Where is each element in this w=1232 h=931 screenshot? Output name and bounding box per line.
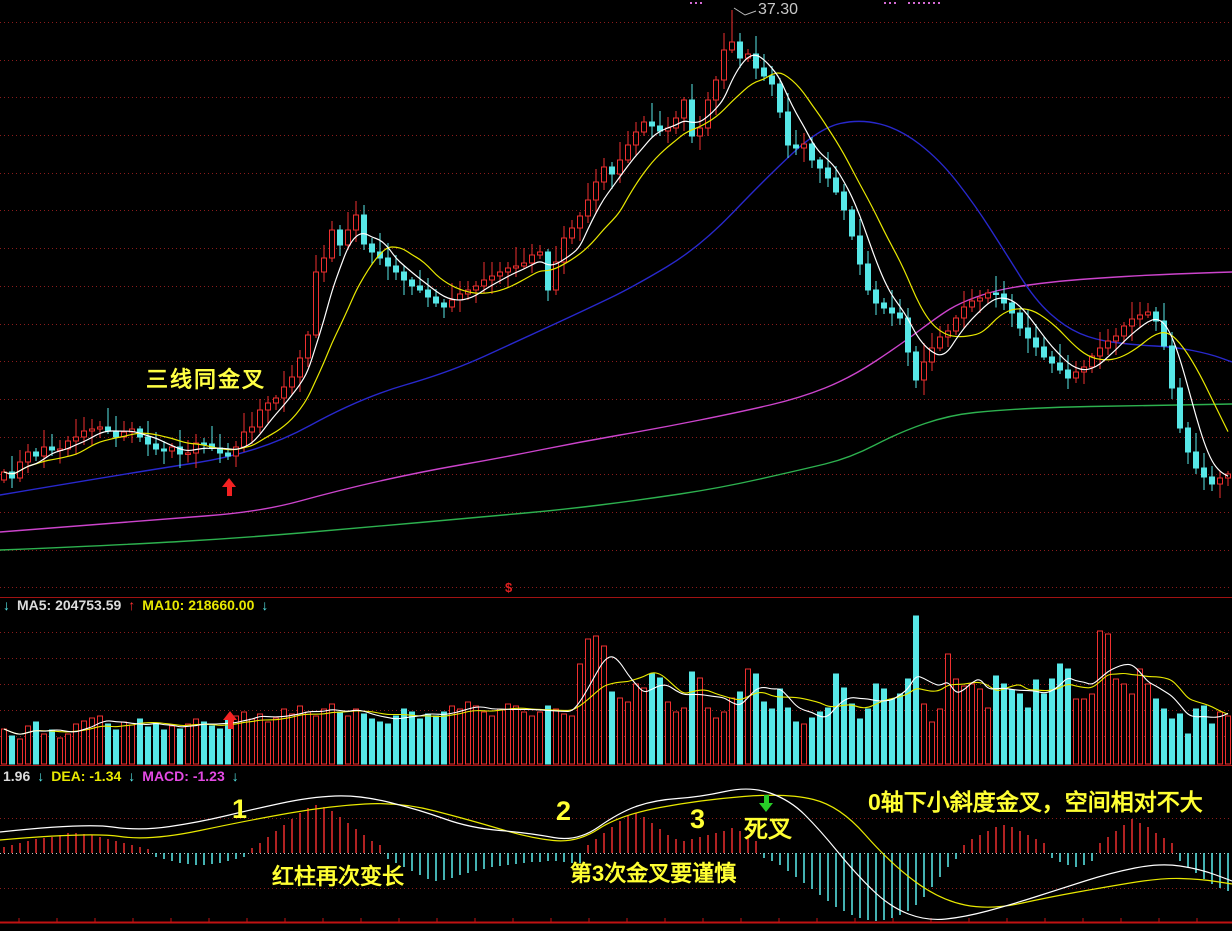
peak-pointer <box>734 8 756 15</box>
death-cross-label: 死叉 <box>744 818 792 842</box>
arrow-head <box>223 711 237 720</box>
volume-ma5-value: MA5: 204753.59 <box>17 598 121 612</box>
stock-chart-window: 三线同金叉 37.30 $ ↓ MA5: 204753.59 ↑ MA10: 2… <box>0 0 1232 931</box>
volume-ma10-value: MA10: 218660.00 <box>142 598 254 612</box>
down-arrow-icon: ↓ <box>232 769 239 783</box>
macd-wave-label-3: 3 <box>690 806 705 833</box>
arrow-head <box>222 478 236 487</box>
volume-signal-arrow-icon <box>223 711 237 729</box>
macd-wave-label-1: 1 <box>232 796 247 823</box>
macd-wave-label-2: 2 <box>556 798 571 825</box>
peak-price-label: 37.30 <box>758 2 798 18</box>
short-moving-average-lines <box>4 55 1228 476</box>
arrow-head <box>759 803 773 812</box>
buy-signal-arrow-icon <box>222 478 236 496</box>
down-arrow-icon: ↓ <box>261 598 268 612</box>
third-cross-note: 第3次金叉要谨慎 <box>570 863 736 885</box>
arrow-stem <box>228 720 233 729</box>
down-arrow-icon: ↓ <box>3 598 10 612</box>
macd-pane-header: 1.96 ↓ DEA: -1.34 ↓ MACD: -1.23 ↓ <box>3 769 239 783</box>
macd-value: MACD: -1.23 <box>142 769 224 783</box>
gridlines <box>0 3 1232 889</box>
death-cross-arrow-icon <box>759 795 773 812</box>
macd-dea-value: DEA: -1.34 <box>51 769 121 783</box>
red-bars-note: 红柱再次变长 <box>272 866 404 888</box>
volume-pane-header: ↓ MA5: 204753.59 ↑ MA10: 218660.00 ↓ <box>3 598 268 612</box>
price-annotation-text: 三线同金叉 <box>146 369 266 391</box>
down-arrow-icon: ↓ <box>128 769 135 783</box>
candlestick-series <box>2 10 1231 498</box>
arrow-stem <box>227 487 232 496</box>
up-arrow-icon: ↑ <box>128 598 135 612</box>
macd-dif-value: 1.96 <box>3 769 30 783</box>
long-moving-average-lines <box>0 121 1232 550</box>
down-arrow-icon: ↓ <box>37 769 44 783</box>
arrow-stem <box>764 795 769 803</box>
dividend-event-marker: $ <box>505 581 512 594</box>
zero-axis-note: 0轴下小斜度金叉，空间相对不大 <box>868 791 1203 814</box>
